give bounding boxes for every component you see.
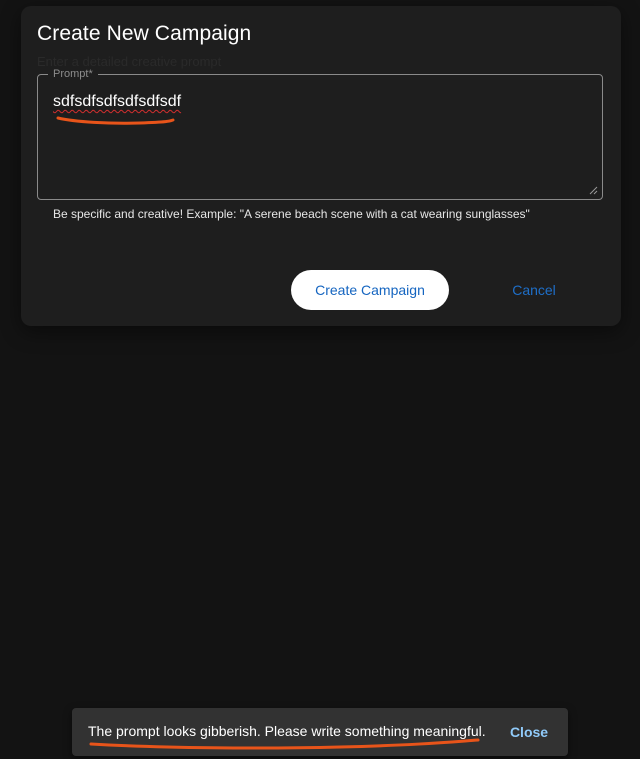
- prompt-helper-text: Be specific and creative! Example: "A se…: [53, 207, 530, 221]
- error-snackbar: The prompt looks gibberish. Please write…: [72, 708, 568, 756]
- prompt-value[interactable]: sdfsdfsdfsdfsdfsdf: [53, 93, 181, 111]
- snackbar-close-button[interactable]: Close: [502, 718, 556, 746]
- prompt-label: Prompt*: [48, 67, 98, 81]
- create-campaign-dialog: Create New Campaign Enter a detailed cre…: [21, 6, 621, 326]
- resize-grip-icon[interactable]: [588, 185, 598, 195]
- cancel-button[interactable]: Cancel: [491, 274, 577, 306]
- create-campaign-button[interactable]: Create Campaign: [291, 270, 449, 310]
- snackbar-message: The prompt looks gibberish. Please write…: [88, 723, 486, 739]
- dialog-title: Create New Campaign: [37, 22, 252, 45]
- prompt-textarea[interactable]: Prompt* sdfsdfsdfsdfsdfsdf: [37, 67, 603, 200]
